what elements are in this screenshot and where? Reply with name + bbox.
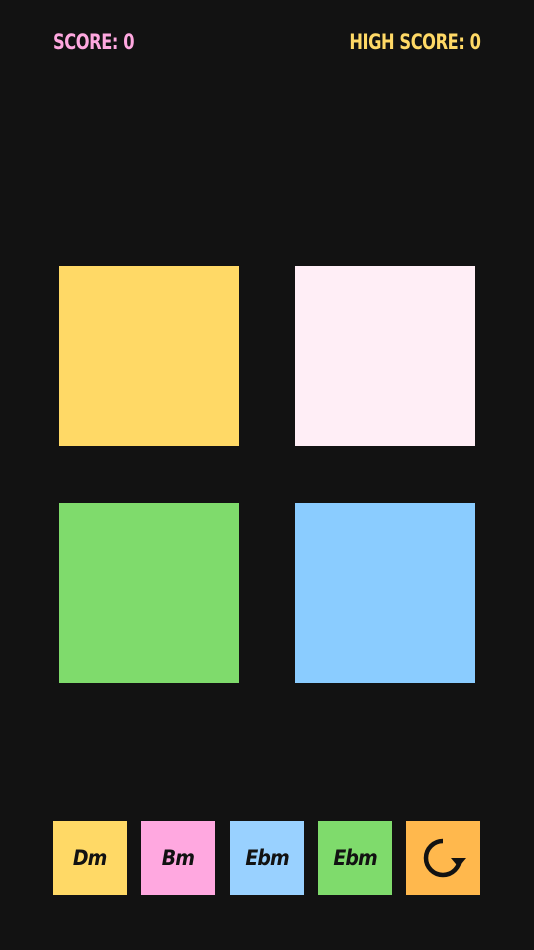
high-score-label: HIGH SCORE: 0 <box>348 30 481 54</box>
score-label: SCORE: 0 <box>53 30 135 54</box>
chord-button-3[interactable]: Ebm <box>230 821 304 895</box>
chord-label: Ebm <box>333 846 377 870</box>
chord-label: Dm <box>73 846 108 870</box>
reload-icon <box>423 838 466 878</box>
chord-button-2[interactable]: Bm <box>141 821 215 895</box>
pad-blue[interactable] <box>295 503 475 683</box>
chord-label: Bm <box>161 846 195 870</box>
reset-button[interactable] <box>406 821 480 895</box>
chord-button-4[interactable]: Ebm <box>318 821 392 895</box>
chord-button-1[interactable]: Dm <box>53 821 127 895</box>
pad-yellow[interactable] <box>59 266 239 446</box>
pad-pink[interactable] <box>295 266 475 446</box>
pad-green[interactable] <box>59 503 239 683</box>
chord-label: Ebm <box>245 846 289 870</box>
